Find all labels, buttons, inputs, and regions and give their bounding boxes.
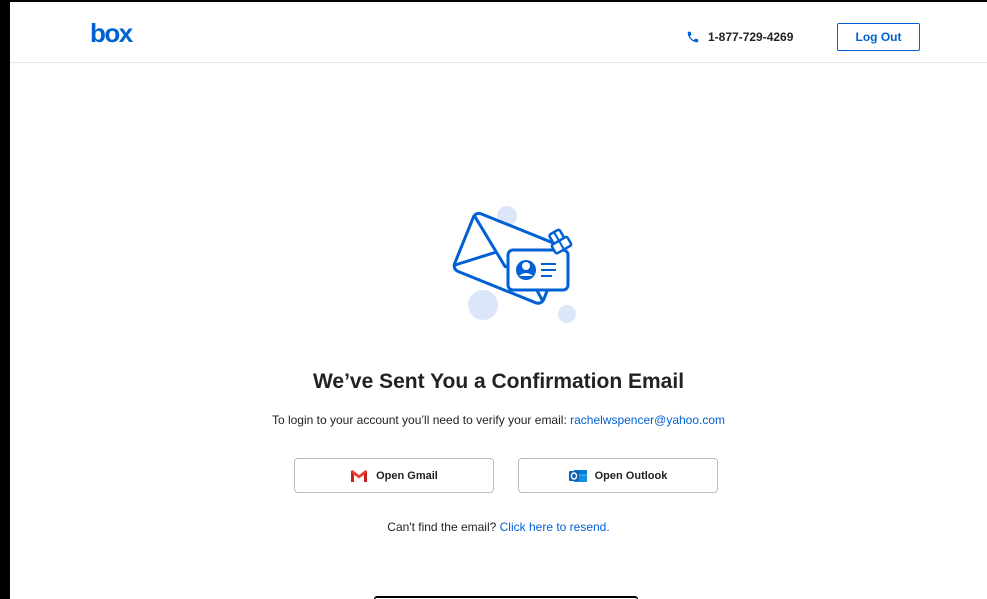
phone-contact[interactable]: 1-877-729-4269 [686, 30, 793, 44]
phone-number: 1-877-729-4269 [708, 30, 794, 44]
outlook-icon [568, 469, 587, 482]
phone-icon [687, 31, 699, 43]
gmail-icon [350, 469, 369, 482]
envelope-illustration [452, 206, 576, 323]
resend-message: Can't find the email? Click here to rese… [10, 520, 987, 534]
resend-prefix: Can't find the email? [387, 520, 500, 534]
box-logo[interactable]: box [90, 20, 134, 48]
page-frame: box 1-877-729-4269 Log Out We’ve Sent Yo… [8, 0, 987, 599]
verify-message: To login to your account you’ll need to … [10, 413, 987, 427]
header: box 1-877-729-4269 Log Out [10, 2, 987, 63]
page-title: We’ve Sent You a Confirmation Email [312, 370, 685, 393]
open-outlook-label: Open Outlook [594, 469, 668, 482]
logo-text: box [90, 20, 134, 48]
resend-link[interactable]: Click here to resend. [500, 520, 610, 534]
open-outlook-button[interactable]: Open Outlook [518, 458, 718, 493]
logout-button[interactable]: Log Out [837, 23, 920, 51]
verify-message-text: To login to your account you’ll need to … [271, 413, 571, 427]
open-gmail-label: Open Gmail [376, 469, 438, 482]
open-gmail-button[interactable]: Open Gmail [294, 458, 494, 493]
email-address: rachelwspencer@yahoo.com [570, 413, 726, 427]
